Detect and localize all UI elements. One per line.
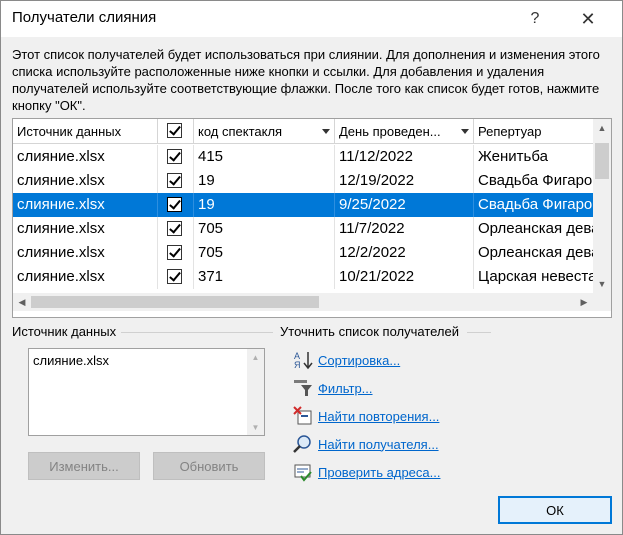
title-bar: Получатели слияния ? ✕	[1, 1, 622, 37]
find-recipient-link[interactable]: Найти получателя...	[318, 437, 439, 452]
horizontal-scroll-thumb[interactable]	[31, 296, 319, 308]
cell-code: 415	[194, 145, 335, 169]
filter-link-item[interactable]: Фильтр...	[292, 377, 373, 399]
cell-repertoire: Царская невеста	[478, 268, 593, 285]
cell-code: 705	[194, 241, 335, 265]
grid-rows: слияние.xlsx 415 11/12/2022 Женитьба сли…	[13, 145, 593, 293]
cell-source: слияние.xlsx	[13, 169, 158, 193]
cell-date: 11/7/2022	[335, 217, 474, 241]
vertical-scroll-thumb[interactable]	[595, 143, 609, 179]
include-checkbox[interactable]	[167, 221, 182, 236]
validate-addresses-icon	[294, 464, 312, 482]
mail-merge-recipients-dialog: Получатели слияния ? ✕ Этот список получ…	[0, 0, 623, 535]
refine-list-label: Уточнить список получателей	[280, 324, 460, 339]
scroll-up-icon[interactable]: ▲	[247, 349, 264, 365]
cell-source: слияние.xlsx	[13, 241, 158, 265]
vertical-scrollbar[interactable]: ▲ ▼	[593, 119, 611, 293]
list-item[interactable]: слияние.xlsx	[33, 353, 260, 368]
chevron-down-icon[interactable]	[322, 129, 330, 134]
select-all-checkbox[interactable]	[167, 123, 182, 138]
find-duplicates-link[interactable]: Найти повторения...	[318, 409, 439, 424]
scroll-left-icon[interactable]: ◀	[13, 293, 31, 311]
cell-include	[158, 193, 194, 217]
cell-code: 19	[194, 169, 335, 193]
include-checkbox[interactable]	[167, 197, 182, 212]
column-header-repertoire[interactable]: Репертуар	[474, 119, 594, 144]
cell-date: 12/2/2022	[335, 241, 474, 265]
table-row[interactable]: слияние.xlsx 19 12/19/2022 Свадьба Фигар…	[13, 169, 593, 193]
edit-button[interactable]: Изменить...	[28, 452, 140, 480]
cell-repertoire: Свадьба Фигаро	[478, 196, 593, 213]
find-recipient-link-item[interactable]: Найти получателя...	[292, 433, 439, 455]
cell-date: 10/21/2022	[335, 265, 474, 289]
chevron-down-icon[interactable]	[461, 129, 469, 134]
group-divider	[467, 332, 491, 333]
sort-link-item[interactable]: A Я Сортировка...	[292, 349, 400, 371]
help-button[interactable]: ?	[513, 1, 557, 37]
scroll-up-icon[interactable]: ▲	[593, 119, 611, 137]
help-icon: ?	[530, 10, 540, 27]
scroll-down-icon[interactable]: ▼	[593, 275, 611, 293]
cell-repertoire: Орлеанская дева	[478, 244, 593, 261]
duplicates-icon	[293, 406, 312, 425]
column-header-source[interactable]: Источник данных	[13, 119, 158, 144]
scroll-down-icon[interactable]: ▼	[247, 419, 264, 435]
cell-include	[158, 265, 194, 289]
validate-addresses-link[interactable]: Проверить адреса...	[318, 465, 440, 480]
column-header-code[interactable]: код спектакля	[194, 119, 335, 144]
cell-date: 12/19/2022	[335, 169, 474, 193]
horizontal-scrollbar[interactable]: ◀ ▶	[13, 293, 593, 311]
svg-text:Я: Я	[294, 360, 301, 370]
table-row[interactable]: слияние.xlsx 415 11/12/2022 Женитьба	[13, 145, 593, 169]
data-source-list[interactable]: слияние.xlsx ▲ ▼	[28, 348, 265, 436]
cell-include	[158, 241, 194, 265]
table-row-selected[interactable]: слияние.xlsx 19 9/25/2022 Свадьба Фигаро	[13, 193, 593, 217]
cell-source: слияние.xlsx	[13, 265, 158, 289]
validate-addresses-link-item[interactable]: Проверить адреса...	[292, 461, 440, 483]
cell-repertoire: Свадьба Фигаро	[478, 172, 593, 189]
cell-repertoire: Женитьба	[478, 148, 548, 165]
cell-source: слияние.xlsx	[13, 217, 158, 241]
close-button[interactable]: ✕	[566, 1, 610, 37]
cell-date: 11/12/2022	[335, 145, 474, 169]
recipients-grid: Источник данных код спектакля День прове…	[12, 118, 612, 318]
ok-button[interactable]: ОК	[498, 496, 612, 524]
scrollbar-corner	[593, 293, 611, 311]
include-checkbox[interactable]	[167, 173, 182, 188]
cell-date: 9/25/2022	[335, 193, 474, 217]
table-row[interactable]: слияние.xlsx 705 11/7/2022 Орлеанская де…	[13, 217, 593, 241]
scroll-right-icon[interactable]: ▶	[575, 293, 593, 311]
data-source-scrollbar[interactable]: ▲ ▼	[247, 349, 264, 435]
cell-source: слияние.xlsx	[13, 145, 158, 169]
include-checkbox[interactable]	[167, 269, 182, 284]
group-divider	[121, 332, 273, 333]
grid-header: Источник данных код спектакля День прове…	[13, 119, 593, 144]
data-source-label: Источник данных	[12, 324, 117, 339]
description-text: Этот список получателей будет использова…	[12, 47, 600, 113]
include-checkbox[interactable]	[167, 245, 182, 260]
cell-code: 371	[194, 265, 335, 289]
find-recipient-icon	[293, 435, 311, 453]
filter-icon	[294, 380, 312, 396]
column-header-checkbox[interactable]	[158, 119, 194, 144]
filter-link[interactable]: Фильтр...	[318, 381, 373, 396]
sort-icon: A Я	[294, 351, 313, 370]
refresh-button[interactable]: Обновить	[153, 452, 265, 480]
cell-include	[158, 169, 194, 193]
window-title: Получатели слияния	[12, 9, 157, 26]
cell-code: 19	[194, 193, 335, 217]
column-header-date[interactable]: День проведен...	[335, 119, 474, 144]
table-row[interactable]: слияние.xlsx 705 12/2/2022 Орлеанская де…	[13, 241, 593, 265]
cell-repertoire: Орлеанская дева	[478, 220, 593, 237]
cell-include	[158, 145, 194, 169]
include-checkbox[interactable]	[167, 149, 182, 164]
close-icon: ✕	[580, 8, 596, 29]
find-duplicates-link-item[interactable]: Найти повторения...	[292, 405, 439, 427]
cell-code: 705	[194, 217, 335, 241]
cell-include	[158, 217, 194, 241]
sort-link[interactable]: Сортировка...	[318, 353, 400, 368]
cell-source: слияние.xlsx	[13, 193, 158, 217]
table-row[interactable]: слияние.xlsx 371 10/21/2022 Царская неве…	[13, 265, 593, 289]
